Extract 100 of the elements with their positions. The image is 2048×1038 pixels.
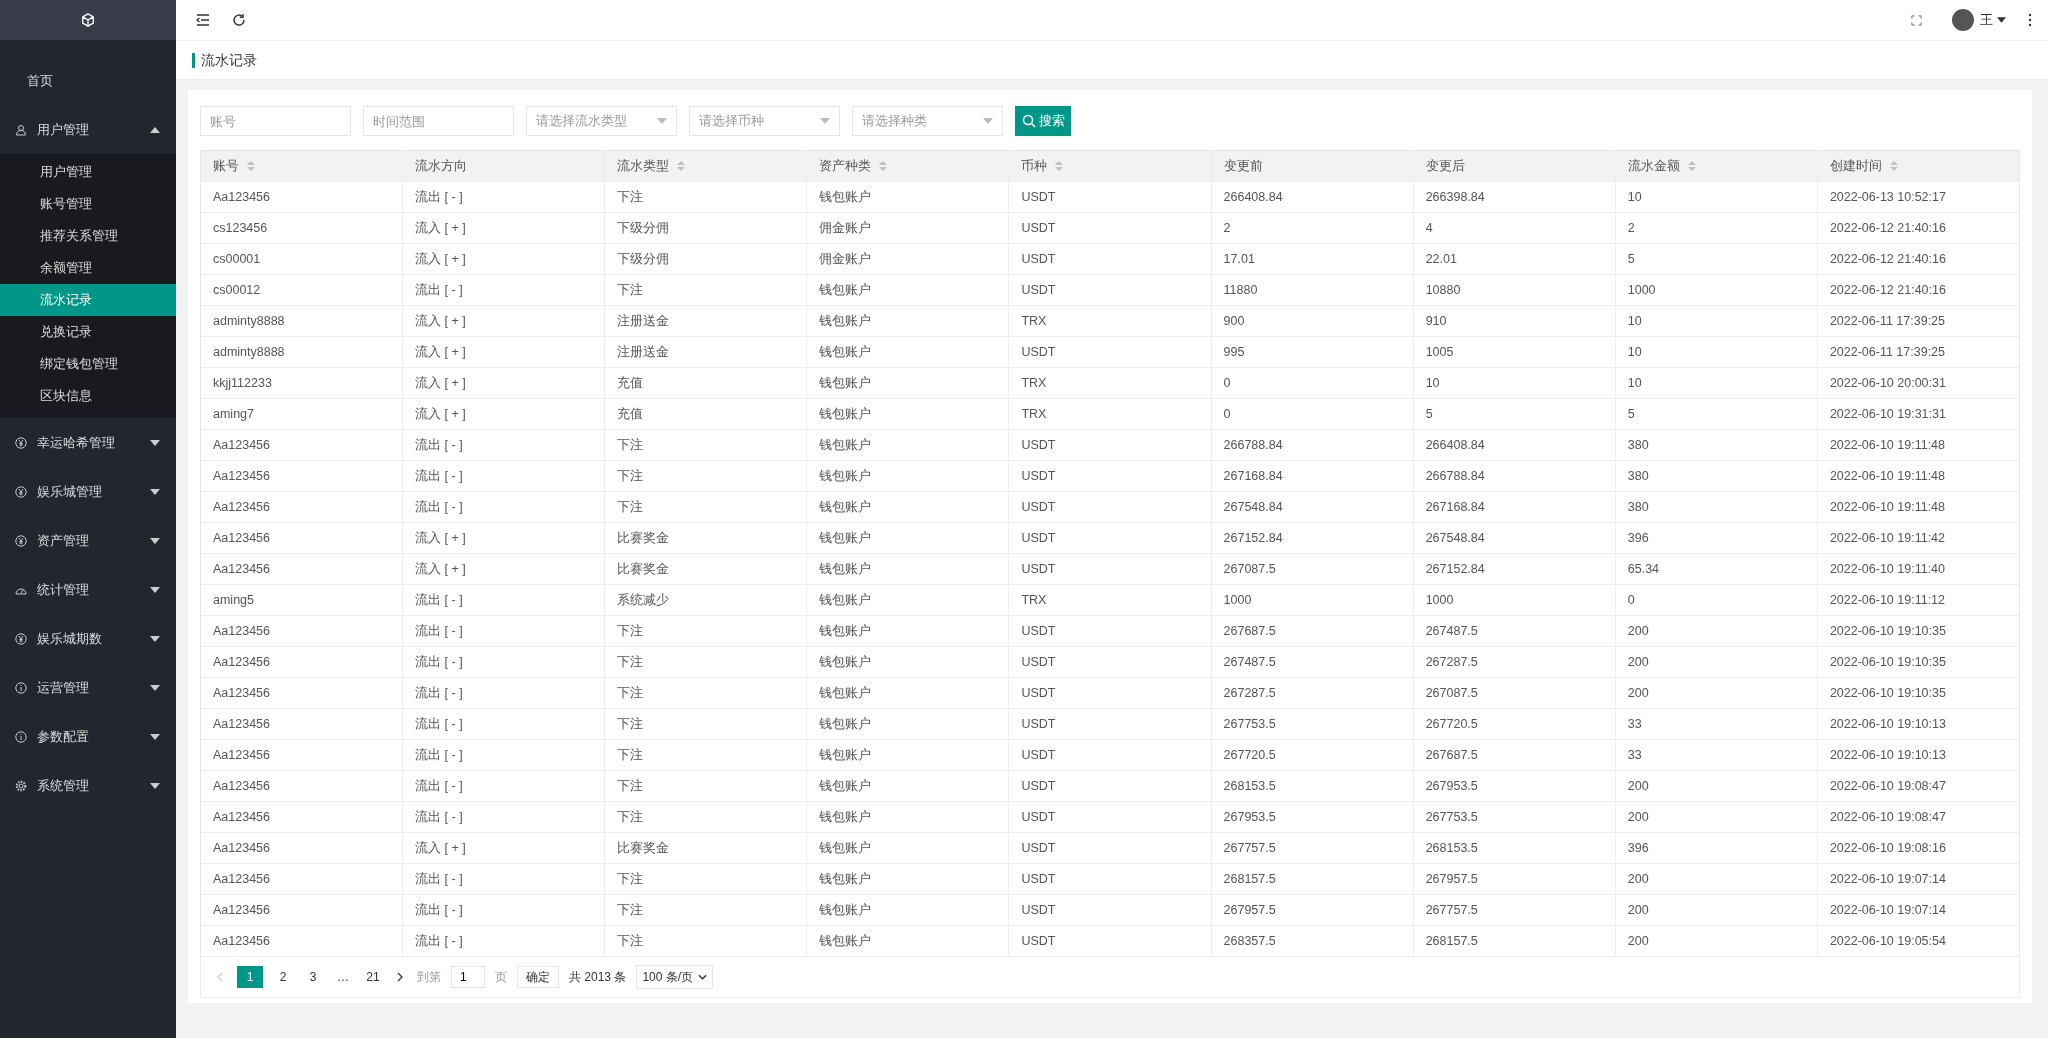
menu-group[interactable]: 娱乐城期数 [0,614,176,663]
page-link[interactable]: 21 [363,966,383,988]
user-name[interactable]: 王 [1980,11,1993,29]
total-count: 共 2013 条 [569,968,627,986]
table-cell: 1000 [1615,275,1818,305]
table-cell: 267687.5 [1211,616,1414,646]
column-header[interactable]: 币种 [1009,151,1212,181]
column-header[interactable]: 流水类型 [605,151,808,181]
menu-fold-icon[interactable] [196,13,210,27]
avatar[interactable] [1952,9,1974,31]
table-cell: 下注 [605,678,808,708]
table-cell: 流出 [ - ] [403,275,606,305]
menu-group[interactable]: 参数配置 [0,712,176,761]
submenu-item[interactable]: 余额管理 [0,252,176,284]
table-cell: 396 [1615,833,1818,863]
table-cell-text: 2022-06-12 21:40:16 [1828,220,1947,237]
table-cell: 钱包账户 [807,616,1010,646]
table-cell: 钱包账户 [807,306,1010,336]
sort-icon[interactable] [879,160,888,172]
table-cell: 268153.5 [1211,771,1414,801]
filter-field[interactable]: 时间范围 [363,106,514,136]
table-cell: aming7 [201,399,404,429]
page-link[interactable]: … [333,966,353,988]
more-icon[interactable] [2028,13,2032,27]
menu-group[interactable]: 资产管理 [0,516,176,565]
table-cell: Aa123456 [201,895,404,925]
sort-icon[interactable] [247,160,255,172]
submenu-item[interactable]: 区块信息 [0,380,176,412]
table-cell: 流出 [ - ] [403,740,606,770]
page-input[interactable]: 1 [451,966,485,988]
menu-group[interactable]: 娱乐城管理 [0,467,176,516]
menu-item[interactable]: 首页 [0,56,176,105]
table-cell: TRX [1009,585,1212,615]
table-cell: 995 [1211,337,1414,367]
submenu-item[interactable]: 兑换记录 [0,316,176,348]
submenu-item[interactable]: 流水记录 [0,284,176,316]
menu-group[interactable]: 幸运哈希管理 [0,418,176,467]
table-cell-text: 2022-06-11 17:39:25 [1828,344,1947,361]
menu-group[interactable]: 统计管理 [0,565,176,614]
table-cell: USDT [1009,802,1212,832]
table-cell: 10880 [1413,275,1616,305]
table-cell: 1000 [1413,585,1616,615]
table-cell: Aa123456 [201,616,404,646]
search-button[interactable]: 搜索 [1015,106,1071,136]
caret-down-icon[interactable] [1997,17,2006,23]
submenu-item[interactable]: 账号管理 [0,188,176,220]
menu-group[interactable]: 系统管理 [0,761,176,810]
table-cell-text: 2022-06-10 19:10:35 [1828,654,1947,671]
table-cell: 下注 [605,430,808,460]
filter-field[interactable]: 账号 [200,106,351,136]
table-cell: 钱包账户 [807,461,1010,491]
table-cell: USDT [1009,275,1212,305]
column-header[interactable]: 变更后 [1413,151,1616,181]
table-cell: 流入 [ + ] [403,523,606,553]
table-cell: USDT [1009,678,1212,708]
table-cell: 0 [1211,368,1414,398]
column-header[interactable]: 流水方向 [403,151,606,181]
table-cell: 钱包账户 [807,802,1010,832]
search-icon [1021,114,1036,128]
table-cell: 200 [1615,616,1818,646]
column-header[interactable]: 创建时间 [1817,151,2019,181]
table-cell: 267287.5 [1211,678,1414,708]
table-cell: Aa123456 [201,182,404,212]
sort-icon[interactable] [1889,160,1898,172]
page-link[interactable]: 1 [237,966,263,988]
table-cell: 下注 [605,864,808,894]
submenu-item[interactable]: 绑定钱包管理 [0,348,176,380]
sort-icon[interactable] [1687,160,1696,172]
column-header[interactable]: 资产种类 [807,151,1010,181]
sort-icon[interactable] [1055,160,1064,172]
cube-icon [81,13,95,27]
table-cell: USDT [1009,740,1212,770]
table-cell: 流出 [ - ] [403,430,606,460]
page-unit: 页 [495,968,507,986]
page-link[interactable]: 2 [273,966,293,988]
table-cell: 267168.84 [1211,461,1414,491]
table-cell-text: 2022-06-10 19:10:13 [1828,747,1947,764]
table-cell: 380 [1615,461,1818,491]
submenu-item[interactable]: 推荐关系管理 [0,220,176,252]
menu-group[interactable]: 用户管理 [0,105,176,154]
column-header[interactable]: 账号 [201,151,404,181]
table-cell: 5 [1413,399,1616,429]
page-link[interactable]: 3 [303,966,323,988]
submenu-item[interactable]: 用户管理 [0,156,176,188]
table-cell: 267957.5 [1211,895,1414,925]
sort-icon[interactable] [677,160,686,172]
column-header[interactable]: 变更前 [1211,151,1414,181]
fullscreen-icon[interactable] [1911,14,1922,26]
table-cell: 钱包账户 [807,864,1010,894]
column-header[interactable]: 流水金额 [1615,151,1818,181]
table-cell: 流入 [ + ] [403,213,606,243]
info-icon [15,730,27,743]
table-cell: 下注 [605,616,808,646]
table-cell: 380 [1615,430,1818,460]
menu-group[interactable]: 运营管理 [0,663,176,712]
table-cell-text: 2022-06-10 19:07:14 [1828,902,1947,919]
confirm-button[interactable]: 确定 [517,966,559,988]
info-icon [15,681,27,694]
page-size-select[interactable]: 100 条/页 [636,965,714,989]
refresh-icon[interactable] [232,13,246,27]
